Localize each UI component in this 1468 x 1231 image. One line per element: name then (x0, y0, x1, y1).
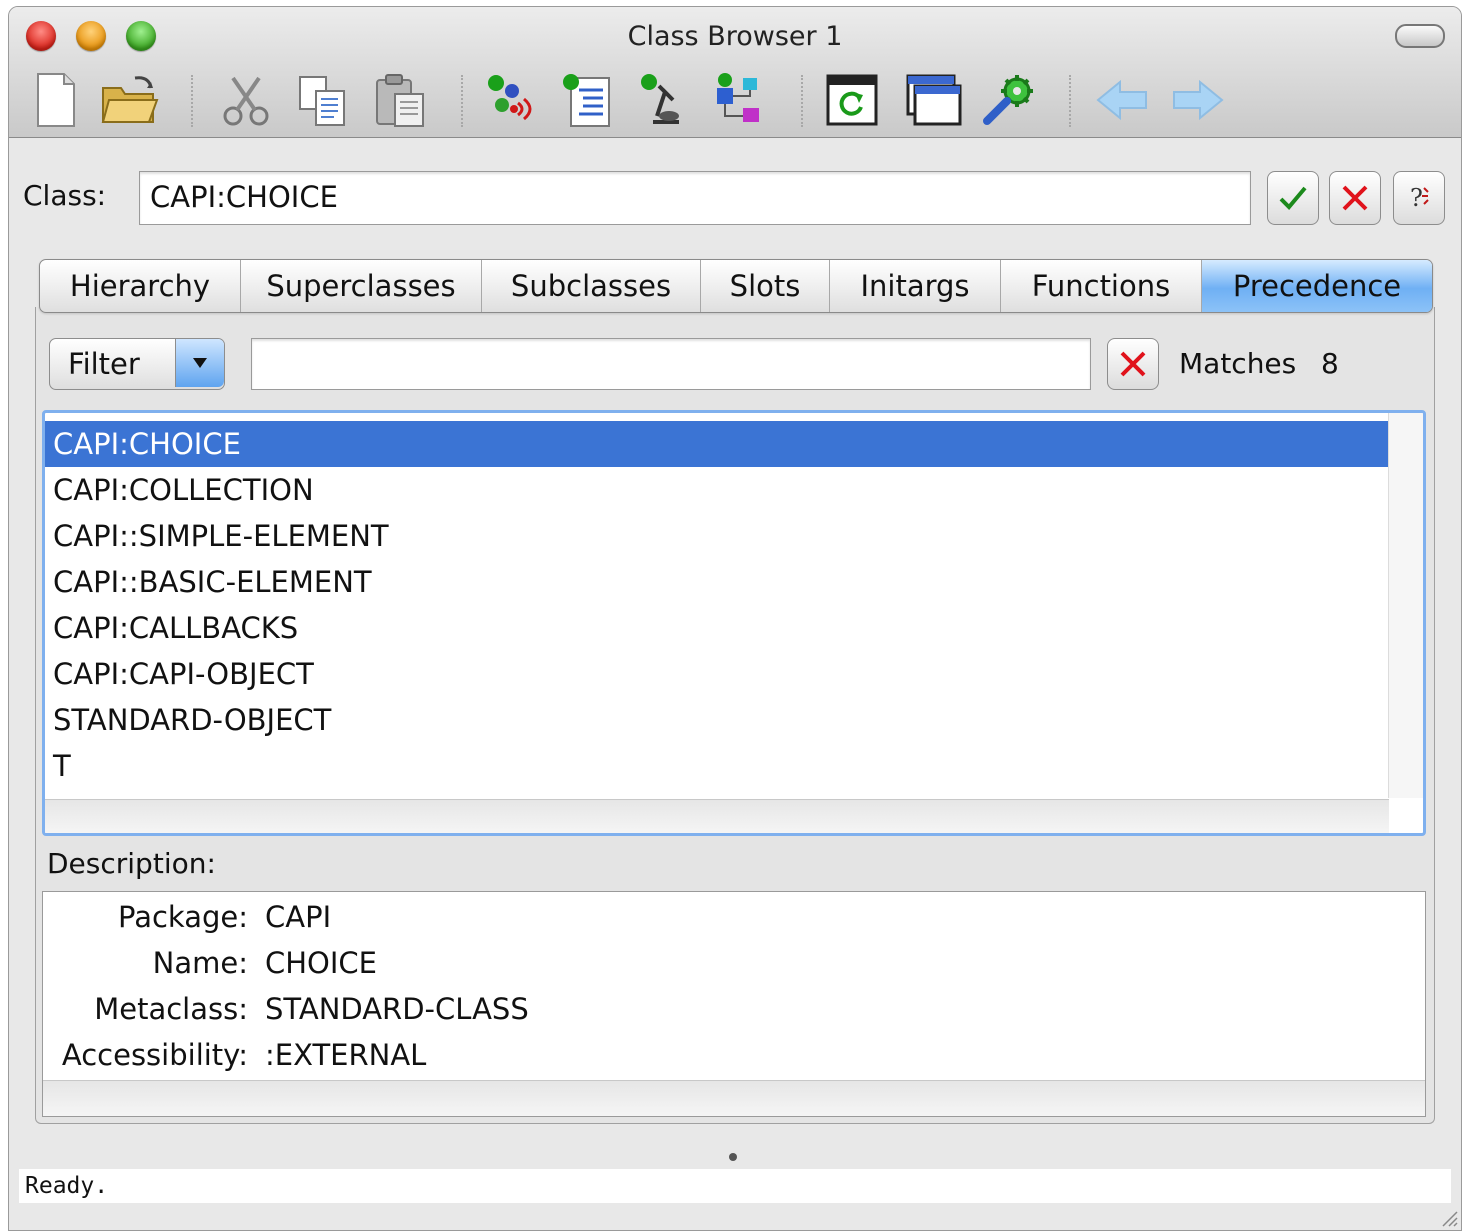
precedence-list[interactable]: CAPI:CHOICE CAPI:COLLECTION CAPI::SIMPLE… (42, 410, 1426, 836)
tab-bar: Hierarchy Superclasses Subclasses Slots … (39, 259, 1433, 313)
svg-text:?: ? (1410, 184, 1423, 212)
tab-precedence[interactable]: Precedence (1202, 260, 1432, 312)
open-folder-icon[interactable] (101, 69, 159, 131)
description-panel: Package: CAPI Name: CHOICE Metaclass: ST… (42, 891, 1426, 1117)
list-icon[interactable] (557, 69, 615, 131)
cancel-button[interactable] (1329, 171, 1381, 225)
back-arrow-icon[interactable] (1093, 69, 1151, 131)
clear-x-icon (1120, 351, 1146, 377)
list-item[interactable]: CAPI:CAPI-OBJECT (45, 651, 1389, 697)
accessibility-value: :EXTERNAL (265, 1038, 427, 1072)
cancel-x-icon (1342, 185, 1368, 211)
matches-count: 8 (1321, 347, 1339, 380)
matches-label: Matches (1179, 347, 1297, 380)
list-item[interactable]: CAPI::BASIC-ELEMENT (45, 559, 1389, 605)
clear-filter-button[interactable] (1107, 338, 1159, 390)
help-button[interactable]: ? (1393, 171, 1445, 225)
copy-icon[interactable] (293, 69, 351, 131)
resize-grip-icon[interactable] (1437, 1206, 1459, 1228)
name-value: CHOICE (265, 946, 378, 980)
filter-dropdown-label: Filter (68, 347, 140, 381)
filter-input[interactable] (251, 338, 1091, 390)
accessibility-key: Accessibility: (61, 1038, 248, 1072)
title-bar: Class Browser 1 (9, 7, 1461, 138)
package-value: CAPI (265, 900, 332, 934)
class-label: Class: (23, 179, 107, 212)
tab-subclasses[interactable]: Subclasses (482, 260, 701, 312)
list-item[interactable]: STANDARD-OBJECT (45, 697, 1389, 743)
cut-icon[interactable] (217, 69, 275, 131)
pane-splitter-handle[interactable] (729, 1153, 737, 1161)
tab-functions[interactable]: Functions (1001, 260, 1202, 312)
window-title: Class Browser 1 (627, 21, 843, 52)
settings-icon[interactable] (981, 69, 1039, 131)
list-item[interactable]: CAPI:COLLECTION (45, 467, 1389, 513)
tab-slots[interactable]: Slots (701, 260, 830, 312)
list-item[interactable]: CAPI:CHOICE (45, 421, 1389, 467)
package-key: Package: (118, 900, 248, 934)
horizontal-scrollbar[interactable] (45, 799, 1389, 833)
ok-button[interactable] (1267, 171, 1319, 225)
help-question-icon: ? (1410, 184, 1429, 212)
vertical-scrollbar[interactable] (1388, 413, 1423, 798)
name-key: Name: (152, 946, 248, 980)
browse-icon[interactable] (633, 69, 691, 131)
status-bar: Ready. (19, 1169, 1451, 1203)
class-browser-window: Class Browser 1 Class: CAPI:CHOICE ? Hie… (8, 6, 1462, 1231)
tab-initargs[interactable]: Initargs (830, 260, 1001, 312)
description-label: Description: (47, 847, 216, 880)
description-horizontal-scrollbar[interactable] (43, 1080, 1425, 1116)
tab-superclasses[interactable]: Superclasses (241, 260, 482, 312)
filter-dropdown[interactable]: Filter (49, 338, 225, 390)
window-icon[interactable] (905, 69, 963, 131)
class-input[interactable]: CAPI:CHOICE (139, 171, 1251, 225)
tab-hierarchy[interactable]: Hierarchy (40, 260, 241, 312)
paste-icon[interactable] (371, 69, 429, 131)
new-icon[interactable] (27, 69, 85, 131)
refresh-icon[interactable] (823, 69, 881, 131)
inspect-icon[interactable] (481, 69, 539, 131)
list-item[interactable]: CAPI:CALLBACKS (45, 605, 1389, 651)
list-item[interactable]: T (45, 743, 1389, 789)
metaclass-key: Metaclass: (94, 992, 248, 1026)
chevron-down-icon (175, 339, 224, 387)
list-item[interactable]: CAPI::SIMPLE-ELEMENT (45, 513, 1389, 559)
graph-icon[interactable] (709, 69, 767, 131)
forward-arrow-icon[interactable] (1169, 69, 1227, 131)
toolbar-toggle-button[interactable] (1395, 24, 1445, 48)
checkmark-icon (1279, 186, 1307, 210)
metaclass-value: STANDARD-CLASS (265, 992, 529, 1026)
